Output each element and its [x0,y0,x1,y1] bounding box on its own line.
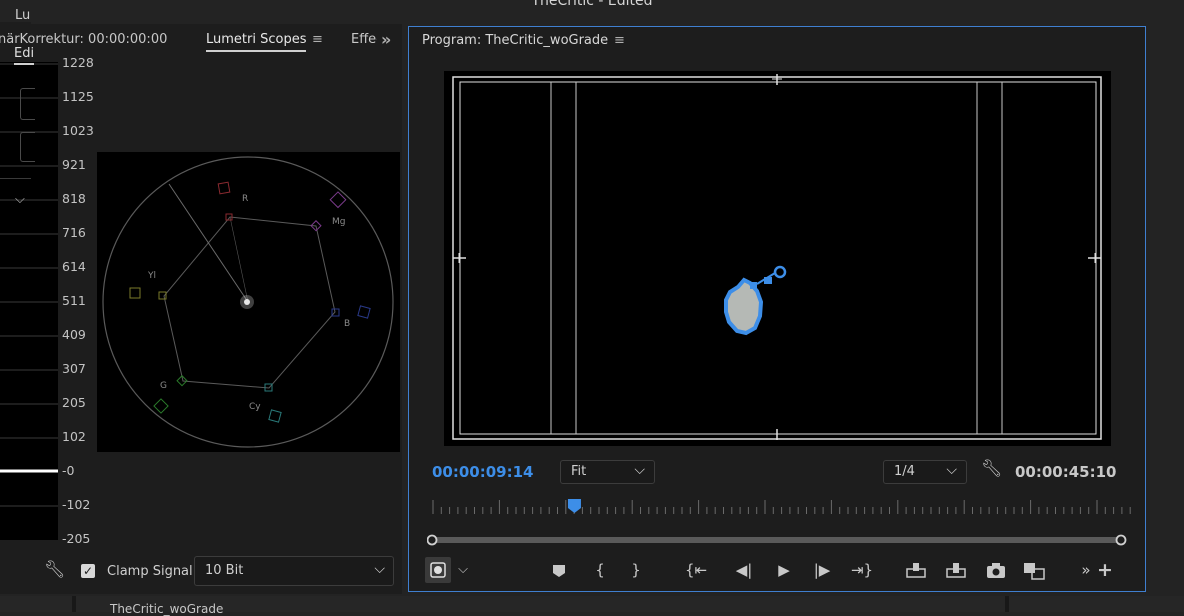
zoom-handle-right[interactable] [1115,534,1127,546]
scale-label: 921 [62,157,86,172]
scale-label: 1125 [62,89,94,104]
bit-depth-select[interactable]: 10 Bit ⌵ [194,556,394,586]
scale-label: 1023 [62,123,94,138]
step-back-button[interactable]: ◀| [733,557,755,583]
chevron-down-icon: ⌵ [374,561,385,577]
scale-label: 102 [62,429,86,444]
mark-in-button[interactable]: { [591,557,609,583]
vectorscope-label-b: B [344,319,350,329]
vectorscope-label-g: G [160,381,167,391]
bit-depth-value: 10 Bit [205,563,244,578]
bottom-panel-strip: TheCritic_woGrade [0,596,1184,616]
scale-label: -205 [62,531,91,546]
vectorscope: R Mg Yl B G Cy [97,152,400,452]
clamp-signal-label: Clamp Signal [107,564,193,579]
wrench-icon[interactable]: 🔧︎ [44,560,66,580]
program-title[interactable]: Program: TheCritic_woGrade [422,33,608,48]
go-to-out-button[interactable]: ⇥} [849,557,875,583]
tab-primaer-korrektur[interactable]: närKorrektur: 00:00:00:00 [0,32,167,47]
scale-label: 307 [62,361,86,376]
transport-controls: ⌵ { } {⇤ ◀| ▶ |▶ ⇥} » + [423,557,1133,585]
zoom-value: Fit [571,464,587,479]
vectorscope-label-yl: Yl [147,271,156,281]
resolution-value: 1/4 [894,464,915,479]
scale-label: 818 [62,191,86,206]
chevron-down-icon[interactable]: ⌵ [15,192,25,207]
scale-label: -0 [62,463,75,478]
scale-label: 614 [62,259,86,274]
dropdown-field[interactable] [20,132,35,162]
overwrite-button[interactable] [943,557,969,583]
duration-timecode: 00:00:45:10 [1015,463,1117,481]
add-marker-button[interactable] [549,557,569,583]
scale-label: 511 [62,293,86,308]
tab-lumetri-scopes[interactable]: Lumetri Scopes [206,32,307,52]
overflow-tabs-icon[interactable]: » [381,30,391,49]
tab-timeline[interactable]: TheCritic_woGrade [110,602,223,616]
tab-edit[interactable]: Edi [14,46,35,65]
scope-settings-row: 🔧︎ ✓ Clamp Signal 10 Bit ⌵ [0,554,402,590]
program-video-frame[interactable] [444,71,1111,446]
record-button[interactable] [425,557,451,583]
vectorscope-label-cy: Cy [249,402,261,412]
scale-label: 205 [62,395,86,410]
chevron-down-icon: ⌵ [634,462,645,478]
clamp-signal-checkbox[interactable]: ✓ [81,564,95,578]
scale-label: 409 [62,327,86,342]
zoom-handle-left[interactable] [427,534,438,546]
panel-menu-icon[interactable]: ≡ [312,32,323,47]
vectorscope-graph: R Mg Yl B G Cy [102,156,394,448]
mask-feather-handle[interactable] [773,265,787,279]
program-monitor-panel: Program: TheCritic_woGrade ≡ 00:00:09:14… [408,26,1146,592]
dropdown-field[interactable] [20,88,35,120]
button-editor-plus-icon[interactable]: + [1095,557,1115,583]
mark-out-button[interactable]: } [627,557,645,583]
scale-label: -102 [62,497,91,512]
app-title: TheCritic - Edited [531,0,653,9]
comparison-view-button[interactable] [1021,557,1047,583]
play-button[interactable]: ▶ [773,557,795,583]
title-bar: TheCritic - Edited [0,0,1184,22]
insert-button[interactable] [903,557,929,583]
tab-lumetri-color[interactable]: Lu [15,8,30,23]
vectorscope-label-mg: Mg [332,217,345,227]
zoom-select[interactable]: Fit ⌵ [560,460,655,484]
step-forward-button[interactable]: |▶ [811,557,833,583]
safe-margins-overlay [452,74,1102,440]
chevron-down-icon[interactable]: ⌵ [455,557,471,583]
overflow-chevrons-icon[interactable]: » [1077,557,1095,583]
current-timecode[interactable]: 00:00:09:14 [432,463,534,481]
scale-label: 716 [62,225,86,240]
zoom-scroll-bar[interactable] [427,533,1127,547]
go-to-in-button[interactable]: {⇤ [683,557,709,583]
export-frame-camera-icon[interactable] [983,557,1009,583]
vectorscope-label-r: R [242,194,248,204]
chevron-down-icon: ⌵ [946,462,957,478]
scale-label: 1228 [62,55,94,70]
time-ruler[interactable] [423,499,1133,517]
panel-menu-icon[interactable]: ≡ [614,33,625,48]
playhead[interactable] [567,499,581,513]
resolution-select[interactable]: 1/4 ⌵ [883,460,967,484]
settings-wrench-icon[interactable]: 🔧︎ [981,459,1003,479]
tab-effects[interactable]: Effec [351,32,377,47]
mask-shape[interactable] [724,265,787,336]
divider [0,178,31,179]
lumetri-scopes-panel: närKorrektur: 00:00:00:00 Lumetri Scopes… [0,24,402,594]
